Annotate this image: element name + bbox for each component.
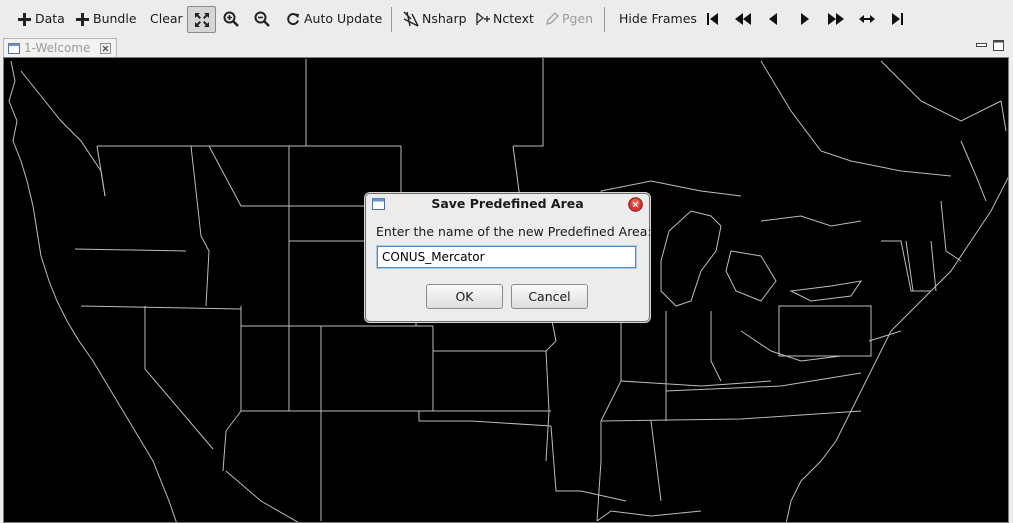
double-arrow-icon [859,15,875,23]
window-icon [8,42,20,54]
step-back-fast-button[interactable] [734,7,752,31]
step-back-button[interactable] [768,7,778,31]
refresh-icon [287,13,299,25]
maximize-icon [993,40,1004,51]
clear-button[interactable]: Clear [150,7,183,31]
auto-update-label: Auto Update [304,11,383,26]
hide-frames-button[interactable]: Hide Frames [619,7,697,31]
pgen-button[interactable]: Pgen [545,7,593,31]
step-forward-button[interactable] [800,7,810,31]
nctext-button[interactable]: Nctext [475,7,534,31]
plus-icon [76,12,89,26]
fast-forward-icon [828,13,844,25]
zoom-in-icon [223,11,239,27]
main-toolbar: Data Bundle Clear Auto Update Nsharp Nct… [0,0,1013,38]
zoom-out-button[interactable] [254,7,270,31]
nsharp-button[interactable]: Nsharp [403,7,467,31]
toolbar-separator [391,7,392,32]
dialog-prompt: Enter the name of the new Predefined Are… [376,224,652,239]
pencil-icon [546,12,559,25]
tab-label: 1-Welcome [24,41,91,55]
zoom-to-fit-toggle[interactable] [187,6,216,33]
close-tab-icon[interactable] [100,42,112,54]
expand-arrows-icon [194,12,209,27]
zoom-out-icon [254,11,270,27]
next-frame-icon [801,13,809,25]
hide-frames-label: Hide Frames [619,11,697,26]
nsharp-icon [403,11,419,27]
area-name-input[interactable] [377,246,636,268]
nctext-label: Nctext [493,11,534,26]
add-data-button[interactable]: Data [18,7,65,31]
tab-welcome[interactable]: 1-Welcome [3,38,117,57]
loop-direction-button[interactable] [858,7,876,31]
plus-icon [18,12,31,26]
maximize-view-button[interactable] [993,39,1004,51]
first-frame-button[interactable] [705,7,719,31]
skip-last-icon [892,13,903,25]
pgen-label: Pgen [562,11,594,26]
clear-label: Clear [150,11,183,26]
previous-frame-icon [769,13,777,25]
rewind-icon [735,13,751,25]
nsharp-label: Nsharp [422,11,467,26]
add-data-label: Data [35,11,65,26]
close-icon[interactable] [628,197,643,212]
zoom-in-button[interactable] [223,7,239,31]
toolbar-separator [604,7,605,32]
cancel-button[interactable]: Cancel [511,284,588,309]
minimize-icon [976,43,987,47]
add-bundle-label: Bundle [93,11,137,26]
nctext-icon [476,12,490,25]
step-forward-fast-button[interactable] [827,7,845,31]
dialog-title: Save Predefined Area [431,196,584,211]
skip-first-icon [707,13,718,25]
editor-tab-bar: 1-Welcome [0,37,1013,57]
auto-update-button[interactable]: Auto Update [286,7,382,31]
add-bundle-button[interactable]: Bundle [76,7,137,31]
last-frame-button[interactable] [891,7,905,31]
ok-button[interactable]: OK [426,284,503,309]
save-predefined-area-dialog: Save Predefined Area Enter the name of t… [365,193,652,322]
minimize-view-button[interactable] [976,39,987,49]
